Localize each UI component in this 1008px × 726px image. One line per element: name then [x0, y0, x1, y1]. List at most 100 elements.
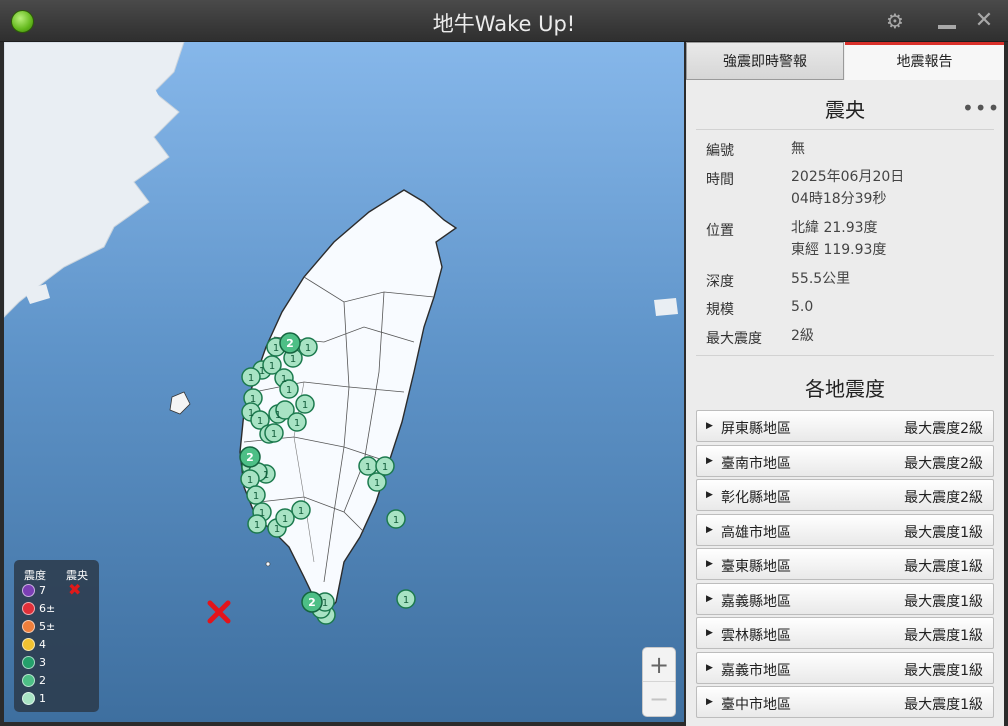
- svg-text:1: 1: [274, 524, 280, 535]
- region-item[interactable]: ▶ 臺東縣地區 最大震度1級: [696, 548, 994, 580]
- region-item[interactable]: ▶ 嘉義市地區 最大震度1級: [696, 651, 994, 684]
- epicenter-legend-icon: ✖: [68, 580, 82, 599]
- expand-arrow-icon: ▶: [706, 421, 713, 431]
- regional-intensity-title: 各地震度: [805, 377, 885, 401]
- divider: [696, 129, 994, 130]
- zoom-in-button[interactable]: +: [643, 648, 675, 682]
- region-item[interactable]: ▶ 屏東縣地區 最大震度2級: [696, 410, 994, 442]
- expand-arrow-icon: ▶: [706, 628, 713, 638]
- expand-arrow-icon: ▶: [706, 697, 713, 707]
- svg-text:1: 1: [253, 491, 259, 502]
- svg-text:1: 1: [294, 418, 300, 429]
- legend-row: 6±: [22, 600, 55, 616]
- legend-row: 7: [22, 582, 46, 598]
- svg-text:1: 1: [305, 343, 311, 354]
- map-canvas: 1 11 111 111 111 111 111 11 1 111 111 11 2…: [4, 42, 678, 625]
- region-item[interactable]: ▶ 臺中市地區 最大震度1級: [696, 686, 994, 718]
- svg-text:1: 1: [298, 506, 304, 517]
- svg-text:1: 1: [302, 400, 308, 411]
- magnitude-value: 5.0: [791, 299, 814, 315]
- more-options-icon[interactable]: •••: [962, 96, 1000, 120]
- depth-value: 55.5公里: [791, 271, 851, 287]
- svg-text:1: 1: [273, 343, 279, 354]
- svg-text:1: 1: [382, 462, 388, 473]
- expand-arrow-icon: ▶: [706, 559, 713, 569]
- mainland-coast: [4, 42, 185, 318]
- legend-row: 5±: [22, 618, 55, 634]
- intensity-dot: [22, 655, 35, 669]
- expand-arrow-icon: ▶: [706, 662, 713, 673]
- window-title: 地牛Wake Up!: [432, 12, 576, 36]
- region-list: ▶ 屏東縣地區 最大震度2級 ▶ 臺南市地區 最大震度2級 ▶ 彰化縣地區 最大震度2級 ▶…: [696, 410, 994, 721]
- legend-row: 2: [22, 672, 46, 688]
- epicenter-marker[interactable]: [207, 600, 231, 624]
- penghu-island: [169, 391, 191, 415]
- svg-text:1: 1: [271, 429, 277, 440]
- region-item[interactable]: ▶ 高雄市地區 最大震度1級: [696, 513, 994, 546]
- svg-text:1: 1: [248, 373, 254, 384]
- field-value: 無: [791, 141, 805, 157]
- region-item[interactable]: ▶ 臺南市地區 最大震度2級: [696, 444, 994, 477]
- svg-text:1: 1: [259, 508, 265, 519]
- svg-text:1: 1: [286, 385, 292, 396]
- expand-arrow-icon: ▶: [706, 455, 713, 466]
- region-item[interactable]: ▶ 雲林縣地區 最大震度1級: [696, 617, 994, 649]
- svg-text:1: 1: [247, 475, 253, 486]
- zoom-control: + −: [642, 647, 676, 717]
- intensity-dot: [22, 601, 35, 615]
- svg-text:1: 1: [259, 366, 265, 377]
- expand-arrow-icon: ▶: [706, 593, 713, 604]
- intensity-dot: [22, 583, 35, 597]
- time-date-value: 2025年06月20日: [791, 169, 905, 185]
- field-key: 深度: [706, 274, 734, 290]
- station-label: 2: [286, 337, 294, 350]
- close-icon[interactable]: ✕: [971, 10, 997, 32]
- divider: [696, 355, 994, 356]
- svg-text:1: 1: [403, 595, 409, 606]
- title-bar: 地牛Wake Up! ⚙ ✕: [0, 0, 1008, 42]
- field-key: 時間: [706, 172, 734, 188]
- svg-text:1: 1: [365, 462, 371, 473]
- svg-text:1: 1: [282, 514, 288, 525]
- svg-text:1: 1: [250, 394, 256, 405]
- svg-text:1: 1: [269, 361, 275, 372]
- station-label: 2: [308, 596, 316, 609]
- zoom-out-button[interactable]: −: [643, 682, 675, 716]
- field-key: 編號: [706, 143, 734, 159]
- station-label: 2: [246, 451, 254, 464]
- legend-row: 4: [22, 636, 46, 652]
- report-panel: 強震即時警報 地震報告 震央 ••• 編號 無 時間 2025年06月20日 0…: [686, 42, 1004, 726]
- liuqiu-island: [265, 561, 271, 567]
- max-intensity-value: 2級: [791, 328, 814, 344]
- svg-text:1: 1: [248, 408, 254, 419]
- legend-row: 3: [22, 654, 46, 670]
- svg-text:1: 1: [254, 520, 260, 531]
- intensity-dot: [22, 691, 35, 705]
- field-key: 位置: [706, 223, 734, 239]
- intensity-dot: [22, 637, 35, 651]
- field-key: 規模: [706, 302, 734, 318]
- svg-text:1: 1: [275, 410, 281, 421]
- gear-icon[interactable]: ⚙: [882, 10, 908, 32]
- region-item[interactable]: ▶ 彰化縣地區 最大震度2級: [696, 479, 994, 511]
- field-key: 最大震度: [706, 331, 762, 347]
- svg-text:1: 1: [290, 354, 296, 365]
- earthquake-map[interactable]: 111 111 111 111 111 111 111 111 111 11 2…: [4, 42, 684, 722]
- svg-text:1: 1: [281, 374, 287, 385]
- expand-arrow-icon: ▶: [706, 524, 713, 535]
- intensity-dot: [22, 619, 35, 633]
- tab-realtime-alert[interactable]: 強震即時警報: [686, 42, 844, 80]
- region-item[interactable]: ▶ 嘉義縣地區 最大震度1級: [696, 582, 994, 615]
- svg-text:1: 1: [393, 515, 399, 526]
- longitude-value: 東經 119.93度: [791, 242, 887, 258]
- legend-intensity-header: 震度: [24, 569, 46, 582]
- svg-text:1: 1: [263, 470, 269, 481]
- svg-text:1: 1: [322, 598, 328, 609]
- expand-arrow-icon: ▶: [706, 490, 713, 500]
- legend-row: 1: [22, 690, 46, 706]
- epicenter-title: 震央: [825, 98, 865, 122]
- time-clock-value: 04時18分39秒: [791, 191, 887, 207]
- tab-earthquake-report[interactable]: 地震報告: [845, 42, 1004, 80]
- latitude-value: 北緯 21.93度: [791, 220, 878, 236]
- yonaguni-island: [654, 298, 678, 316]
